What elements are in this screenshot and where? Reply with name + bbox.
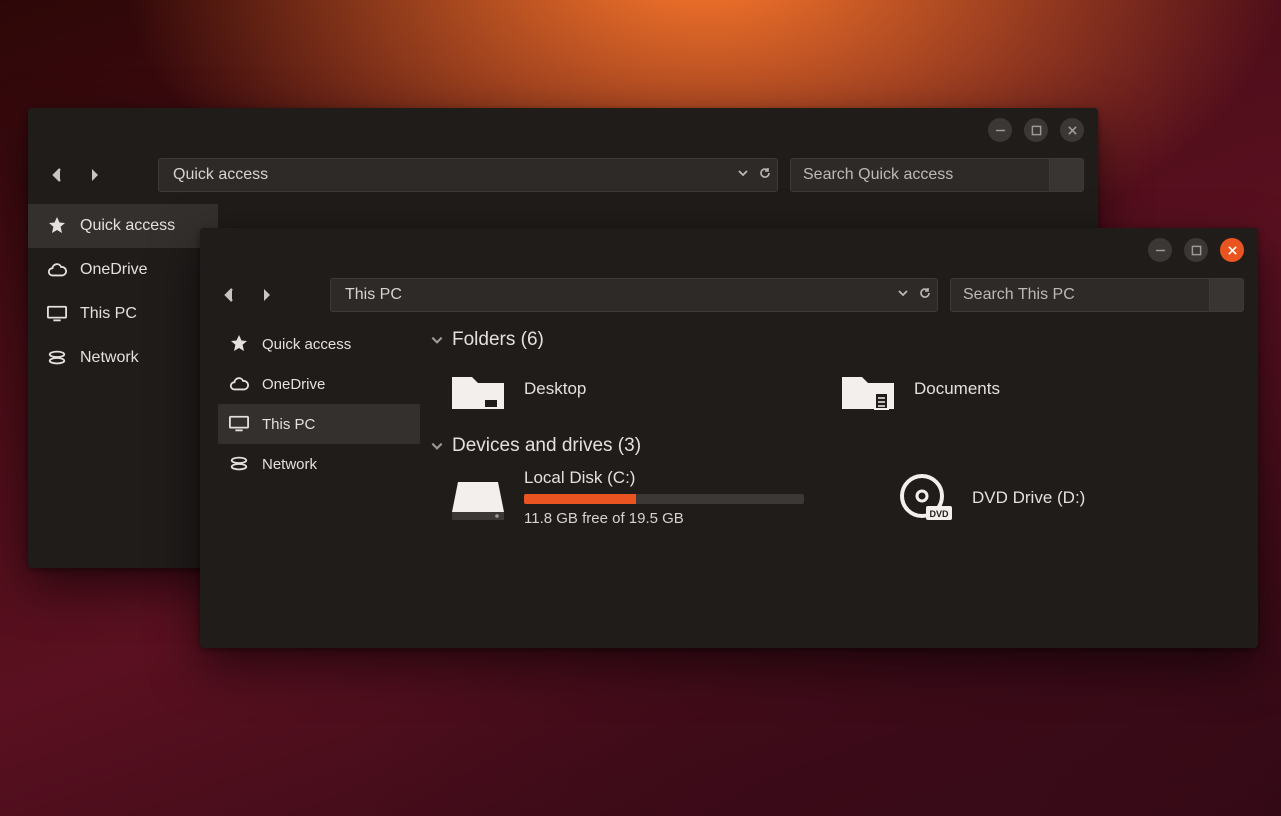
sidebar-item-label: Network (262, 456, 317, 473)
sidebar-item-this-pc[interactable]: This PC (218, 404, 420, 444)
maximize-button[interactable] (1024, 118, 1048, 142)
tile-label: Documents (914, 379, 1000, 399)
refresh-icon[interactable] (919, 286, 931, 304)
section-header-label: Devices and drives (3) (452, 435, 641, 457)
sidebar-item-network[interactable]: Network (218, 444, 420, 484)
refresh-icon[interactable] (759, 166, 771, 184)
search-button[interactable] (1210, 278, 1244, 312)
dvd-icon (894, 471, 958, 525)
address-history-icon[interactable] (737, 166, 749, 184)
nav-back-button[interactable] (46, 163, 70, 187)
chevron-down-icon (430, 333, 444, 347)
nav-forward-button[interactable] (254, 283, 278, 307)
sidebar-item-label: Network (80, 349, 139, 367)
folder-desktop-icon (446, 362, 510, 416)
hdd-icon (446, 471, 510, 525)
titlebar (28, 108, 1098, 152)
section-header-folders[interactable]: Folders (6) (430, 324, 1248, 356)
tile-label: DVD Drive (D:) (972, 488, 1085, 508)
nav-forward-button[interactable] (82, 163, 106, 187)
search-placeholder: Search Quick access (803, 166, 953, 184)
close-button[interactable] (1220, 238, 1244, 262)
sidebar-item-network[interactable]: Network (28, 336, 218, 380)
search-input[interactable]: Search Quick access (790, 158, 1050, 192)
tile-label: Desktop (524, 379, 586, 399)
network-icon (46, 347, 68, 369)
star-icon (228, 333, 250, 355)
drive-tile-dvd[interactable]: DVD Drive (D:) (894, 468, 1194, 527)
network-icon (228, 453, 250, 475)
section-header-label: Folders (6) (452, 329, 544, 351)
minimize-button[interactable] (1148, 238, 1172, 262)
drive-usage-meter (524, 494, 804, 504)
sidebar-item-label: Quick access (262, 336, 351, 353)
explorer-window-this-pc: This PC Search This PC Quick access OneD… (200, 228, 1258, 648)
address-bar[interactable]: Quick access (158, 158, 778, 192)
sidebar-item-label: This PC (262, 416, 315, 433)
drive-tile-local-disk[interactable]: Local Disk (C:) 11.8 GB free of 19.5 GB (446, 468, 804, 527)
drive-usage-fill (524, 494, 636, 504)
sidebar-item-quick-access[interactable]: Quick access (28, 204, 218, 248)
sidebar-item-label: This PC (80, 305, 137, 323)
search-input[interactable]: Search This PC (950, 278, 1210, 312)
search-placeholder: Search This PC (963, 286, 1075, 304)
sidebar: Quick access OneDrive This PC Network (200, 318, 420, 648)
folder-documents-icon (836, 362, 900, 416)
cloud-icon (46, 259, 68, 281)
address-history-icon[interactable] (897, 286, 909, 304)
toolbar: This PC Search This PC (200, 272, 1258, 318)
section-header-drives[interactable]: Devices and drives (3) (430, 430, 1248, 462)
chevron-down-icon (430, 439, 444, 453)
maximize-button[interactable] (1184, 238, 1208, 262)
sidebar-item-onedrive[interactable]: OneDrive (218, 364, 420, 404)
cloud-icon (228, 373, 250, 395)
sidebar-item-onedrive[interactable]: OneDrive (28, 248, 218, 292)
monitor-icon (228, 413, 250, 435)
sidebar-item-label: OneDrive (262, 376, 325, 393)
sidebar-item-label: Quick access (80, 217, 175, 235)
tile-label: Local Disk (C:) (524, 468, 804, 488)
drive-free-text: 11.8 GB free of 19.5 GB (524, 510, 804, 527)
content-pane: Folders (6) Desktop Documents Devices an… (420, 318, 1258, 648)
address-text: This PC (345, 286, 402, 304)
address-text: Quick access (173, 166, 268, 184)
address-bar[interactable]: This PC (330, 278, 938, 312)
nav-back-button[interactable] (218, 283, 242, 307)
titlebar (200, 228, 1258, 272)
search-button[interactable] (1050, 158, 1084, 192)
monitor-icon (46, 303, 68, 325)
minimize-button[interactable] (988, 118, 1012, 142)
sidebar-item-this-pc[interactable]: This PC (28, 292, 218, 336)
sidebar-item-quick-access[interactable]: Quick access (218, 324, 420, 364)
toolbar: Quick access Search Quick access (28, 152, 1098, 198)
sidebar: Quick access OneDrive This PC Network (28, 198, 218, 568)
star-icon (46, 215, 68, 237)
folder-tile-documents[interactable]: Documents (836, 362, 1136, 416)
folder-tile-desktop[interactable]: Desktop (446, 362, 746, 416)
sidebar-item-label: OneDrive (80, 261, 148, 279)
close-button[interactable] (1060, 118, 1084, 142)
